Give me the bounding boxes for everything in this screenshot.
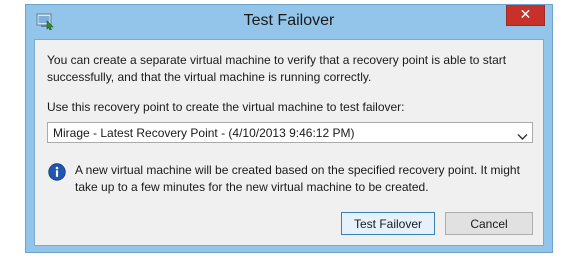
chevron-down-icon bbox=[517, 128, 528, 140]
info-message: A new virtual machine will be created ba… bbox=[75, 163, 520, 194]
recovery-point-label: Use this recovery point to create the vi… bbox=[47, 100, 405, 114]
window-title: Test Failover bbox=[243, 12, 335, 29]
close-icon: ✕ bbox=[519, 7, 532, 23]
dialog-body: You can create a separate virtual machin… bbox=[34, 39, 544, 246]
intro-description: You can create a separate virtual machin… bbox=[47, 53, 507, 84]
recovery-point-selected-value: Mirage - Latest Recovery Point - (4/10/2… bbox=[53, 126, 355, 140]
test-failover-button[interactable]: Test Failover bbox=[341, 212, 435, 235]
cancel-button[interactable]: Cancel bbox=[445, 212, 533, 235]
recovery-point-select[interactable]: Mirage - Latest Recovery Point - (4/10/2… bbox=[47, 122, 533, 143]
test-failover-dialog: Test Failover ✕ You can create a separat… bbox=[25, 4, 553, 253]
info-icon bbox=[48, 163, 66, 181]
close-button[interactable]: ✕ bbox=[506, 5, 545, 26]
title-bar[interactable]: Test Failover ✕ bbox=[26, 5, 552, 39]
